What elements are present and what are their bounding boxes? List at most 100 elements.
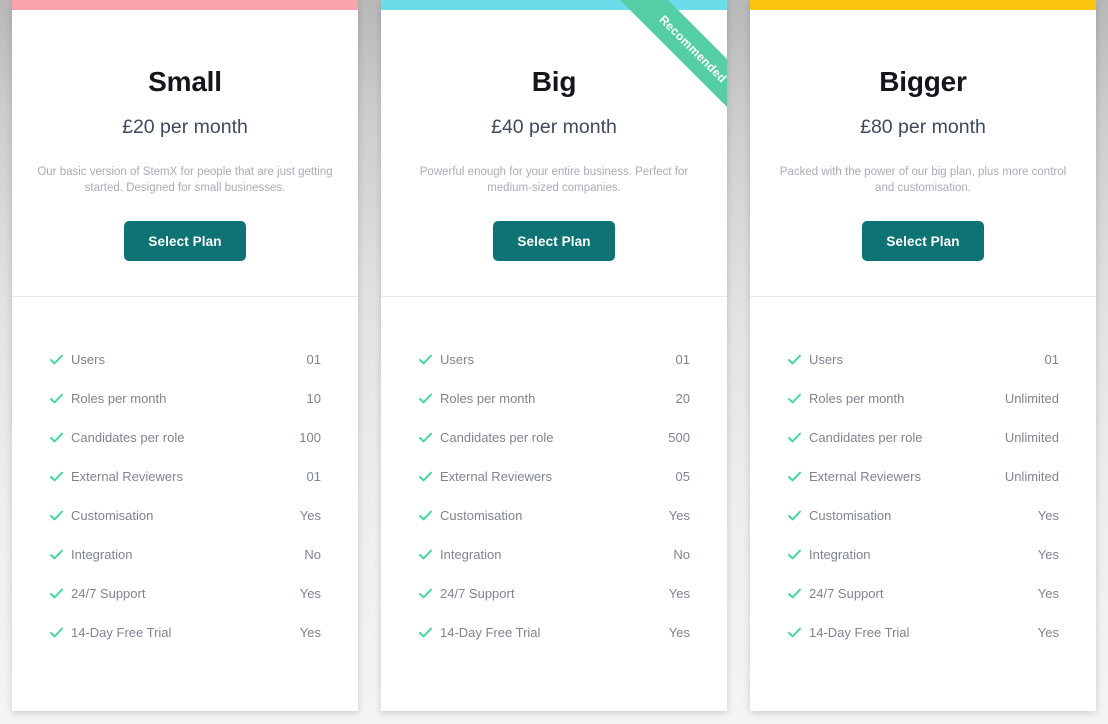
check-icon: [418, 391, 440, 406]
feature-row: 24/7 Support Yes: [418, 574, 690, 613]
feature-row: Integration Yes: [787, 535, 1059, 574]
feature-label: 14-Day Free Trial: [809, 625, 910, 640]
check-icon: [49, 547, 71, 562]
feature-value: 20: [675, 391, 690, 406]
feature-label: 24/7 Support: [809, 586, 884, 601]
feature-label: 24/7 Support: [71, 586, 146, 601]
feature-row: Customisation Yes: [418, 496, 690, 535]
plan-card-bigger[interactable]: Bigger £80 per month Packed with the pow…: [750, 0, 1096, 711]
check-icon: [49, 391, 71, 406]
check-icon: [787, 430, 809, 445]
check-icon: [49, 430, 71, 445]
feature-row: 14-Day Free Trial Yes: [787, 613, 1059, 652]
feature-row: 24/7 Support Yes: [49, 574, 321, 613]
plan-price: £80 per month: [860, 116, 986, 138]
plan-header: Bigger £80 per month Packed with the pow…: [750, 10, 1096, 296]
feature-row: Roles per month 10: [49, 379, 321, 418]
feature-label: External Reviewers: [809, 469, 921, 484]
feature-label: Roles per month: [809, 391, 905, 406]
feature-value: Unlimited: [1004, 430, 1059, 445]
select-plan-button[interactable]: Select Plan: [493, 221, 615, 262]
plan-description: Packed with the power of our big plan, p…: [779, 165, 1067, 194]
feature-value: 01: [306, 352, 321, 367]
plan-price: £20 per month: [122, 116, 248, 138]
feature-row: 14-Day Free Trial Yes: [418, 613, 690, 652]
pricing-plans-grid: Small £20 per month Our basic version of…: [0, 0, 1108, 724]
feature-value: Yes: [299, 508, 321, 523]
check-icon: [787, 547, 809, 562]
select-plan-button[interactable]: Select Plan: [862, 221, 984, 262]
feature-value: Yes: [299, 625, 321, 640]
feature-label: Users: [440, 352, 474, 367]
feature-label: Integration: [440, 547, 502, 562]
accent-bar: [381, 0, 727, 10]
feature-label: Roles per month: [71, 391, 167, 406]
feature-value: Yes: [668, 586, 690, 601]
feature-value: Yes: [299, 586, 321, 601]
feature-label: Roles per month: [440, 391, 536, 406]
feature-value: Yes: [1037, 508, 1059, 523]
feature-label: Customisation: [71, 508, 154, 523]
feature-label: 24/7 Support: [440, 586, 515, 601]
check-icon: [418, 547, 440, 562]
feature-value: 500: [668, 430, 690, 445]
feature-label: Candidates per role: [440, 430, 554, 445]
feature-label: Candidates per role: [809, 430, 923, 445]
select-plan-button[interactable]: Select Plan: [124, 221, 246, 262]
feature-label: 14-Day Free Trial: [71, 625, 172, 640]
feature-row: External Reviewers 05: [418, 457, 690, 496]
check-icon: [787, 352, 809, 367]
plan-header: Small £20 per month Our basic version of…: [12, 10, 358, 296]
feature-row: Integration No: [49, 535, 321, 574]
feature-list: Users 01 Roles per month 20 Candidates p…: [381, 297, 727, 711]
feature-row: Candidates per role Unlimited: [787, 418, 1059, 457]
feature-label: Users: [809, 352, 843, 367]
accent-bar: [12, 0, 358, 10]
check-icon: [787, 469, 809, 484]
check-icon: [418, 469, 440, 484]
plan-name: Small: [148, 66, 222, 97]
accent-bar: [750, 0, 1096, 10]
feature-value: Yes: [1037, 625, 1059, 640]
feature-label: External Reviewers: [71, 469, 183, 484]
feature-row: 24/7 Support Yes: [787, 574, 1059, 613]
feature-label: 14-Day Free Trial: [440, 625, 541, 640]
feature-label: Customisation: [440, 508, 523, 523]
plan-header: Big £40 per month Powerful enough for yo…: [381, 10, 727, 296]
feature-list: Users 01 Roles per month Unlimited Candi…: [750, 297, 1096, 711]
check-icon: [787, 625, 809, 640]
plan-card-small[interactable]: Small £20 per month Our basic version of…: [12, 0, 358, 711]
feature-value: 01: [1044, 352, 1059, 367]
feature-value: No: [304, 547, 321, 562]
feature-row: Roles per month 20: [418, 379, 690, 418]
plan-card-big[interactable]: Recommended Big £40 per month Powerful e…: [381, 0, 727, 711]
feature-row: 14-Day Free Trial Yes: [49, 613, 321, 652]
plan-price: £40 per month: [491, 116, 617, 138]
feature-row: Users 01: [787, 340, 1059, 379]
feature-value: Unlimited: [1004, 391, 1059, 406]
feature-value: No: [673, 547, 690, 562]
feature-value: 100: [299, 430, 321, 445]
feature-value: 01: [675, 352, 690, 367]
feature-label: Users: [71, 352, 105, 367]
check-icon: [49, 586, 71, 601]
check-icon: [49, 469, 71, 484]
feature-row: Candidates per role 100: [49, 418, 321, 457]
feature-row: Users 01: [418, 340, 690, 379]
feature-value: Unlimited: [1004, 469, 1059, 484]
feature-label: Integration: [71, 547, 133, 562]
check-icon: [418, 625, 440, 640]
feature-label: Integration: [809, 547, 871, 562]
check-icon: [418, 352, 440, 367]
feature-list: Users 01 Roles per month 10 Candidates p…: [12, 297, 358, 711]
feature-row: External Reviewers 01: [49, 457, 321, 496]
feature-value: 05: [675, 469, 690, 484]
check-icon: [418, 508, 440, 523]
plan-name: Bigger: [879, 66, 967, 97]
check-icon: [49, 508, 71, 523]
check-icon: [787, 508, 809, 523]
check-icon: [49, 625, 71, 640]
feature-row: Roles per month Unlimited: [787, 379, 1059, 418]
feature-row: Users 01: [49, 340, 321, 379]
plan-description: Our basic version of StemX for people th…: [37, 165, 333, 194]
